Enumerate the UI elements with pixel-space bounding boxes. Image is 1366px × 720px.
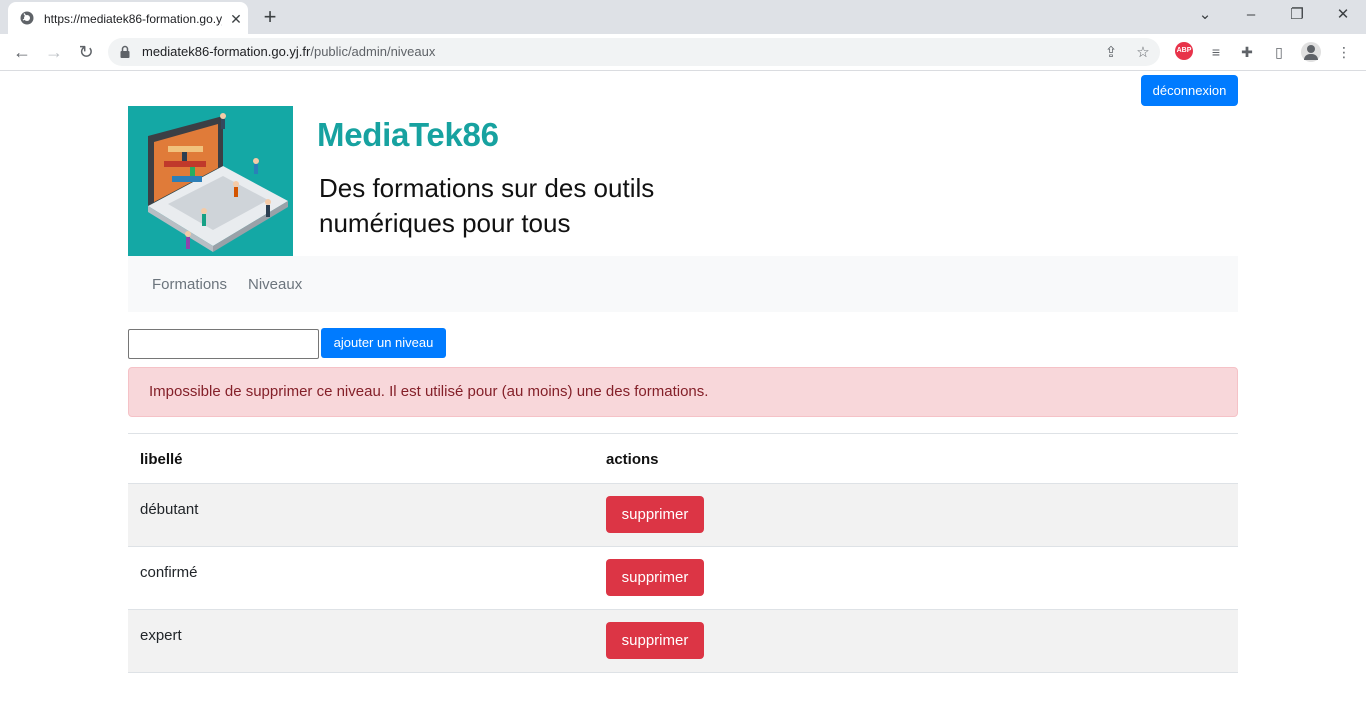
- delete-button[interactable]: supprimer: [606, 496, 704, 533]
- share-icon[interactable]: ⇪: [1102, 44, 1120, 62]
- site-tagline: Des formations sur des outils numériques…: [319, 171, 719, 241]
- extensions-puzzle-icon[interactable]: ✚: [1237, 42, 1257, 62]
- forward-icon[interactable]: →: [42, 40, 66, 64]
- nav-item-niveaux[interactable]: Niveaux: [248, 276, 302, 294]
- level-label: débutant: [140, 501, 199, 518]
- address-bar[interactable]: mediatek86-formation.go.yj.fr/public/adm…: [108, 38, 1160, 66]
- globe-icon: [20, 11, 34, 25]
- delete-button[interactable]: supprimer: [606, 622, 704, 659]
- laptop-library-illustration: [148, 113, 288, 252]
- browser-tab[interactable]: https://mediatek86-formation.go.yj.fr/pu…: [8, 2, 248, 34]
- table-row: confirmé supprimer: [128, 547, 1238, 610]
- back-icon[interactable]: ←: [10, 40, 34, 64]
- site-title: MediaTek86: [317, 116, 499, 153]
- table-header-row: libellé actions: [128, 433, 1238, 485]
- delete-button[interactable]: supprimer: [606, 559, 704, 596]
- main-nav: Formations Niveaux: [128, 256, 1238, 312]
- browser-tab-strip: https://mediatek86-formation.go.yj.fr/pu…: [0, 0, 1366, 34]
- tagline-line-1: Des formations sur des outils: [319, 173, 655, 203]
- bookmark-star-icon[interactable]: ☆: [1134, 44, 1152, 62]
- alert-message: Impossible de supprimer ce niveau. Il es…: [149, 383, 709, 400]
- url-path: /public/admin/niveaux: [310, 44, 436, 59]
- url-text: mediatek86-formation.go.yj.fr/public/adm…: [142, 44, 435, 60]
- page-content: déconnexion MediaTek86 Des formations su…: [0, 71, 1366, 720]
- browser-toolbar: ← → ↻ mediatek86-formation.go.yj.fr/publ…: [0, 34, 1366, 71]
- adblock-icon[interactable]: ABP: [1175, 42, 1193, 60]
- reading-list-icon[interactable]: ≡: [1206, 42, 1226, 62]
- level-label: expert: [140, 627, 182, 644]
- close-tab-icon[interactable]: ✕: [228, 11, 244, 27]
- logout-button[interactable]: déconnexion: [1141, 75, 1238, 106]
- side-panel-icon[interactable]: ▯: [1269, 42, 1289, 62]
- tab-title: https://mediatek86-formation.go.yj.fr/pu…: [44, 12, 222, 26]
- banner-illustration: [128, 106, 293, 256]
- nav-item-formations[interactable]: Formations: [152, 276, 227, 294]
- table-row: expert supprimer: [128, 610, 1238, 673]
- profile-avatar-icon[interactable]: [1301, 42, 1321, 62]
- table-row: débutant supprimer: [128, 484, 1238, 547]
- niveau-name-input[interactable]: [128, 329, 319, 359]
- url-host: mediatek86-formation.go.yj.fr: [142, 44, 311, 59]
- add-level-button[interactable]: ajouter un niveau: [321, 328, 446, 358]
- tagline-line-2: numériques pour tous: [319, 208, 571, 238]
- error-alert: Impossible de supprimer ce niveau. Il es…: [128, 367, 1238, 417]
- window-close-icon[interactable]: ✕: [1329, 4, 1357, 26]
- menu-kebab-icon[interactable]: ⋮: [1334, 42, 1354, 62]
- tab-search-icon[interactable]: ⌄: [1191, 4, 1219, 26]
- minimize-icon[interactable]: –: [1237, 4, 1265, 26]
- reload-icon[interactable]: ↻: [74, 40, 98, 64]
- new-tab-icon[interactable]: +: [258, 6, 282, 28]
- level-label: confirmé: [140, 564, 198, 581]
- column-header-libelle: libellé: [140, 451, 183, 468]
- restore-icon[interactable]: ❐: [1283, 4, 1311, 26]
- column-header-actions: actions: [606, 451, 659, 468]
- lock-icon: [120, 45, 130, 58]
